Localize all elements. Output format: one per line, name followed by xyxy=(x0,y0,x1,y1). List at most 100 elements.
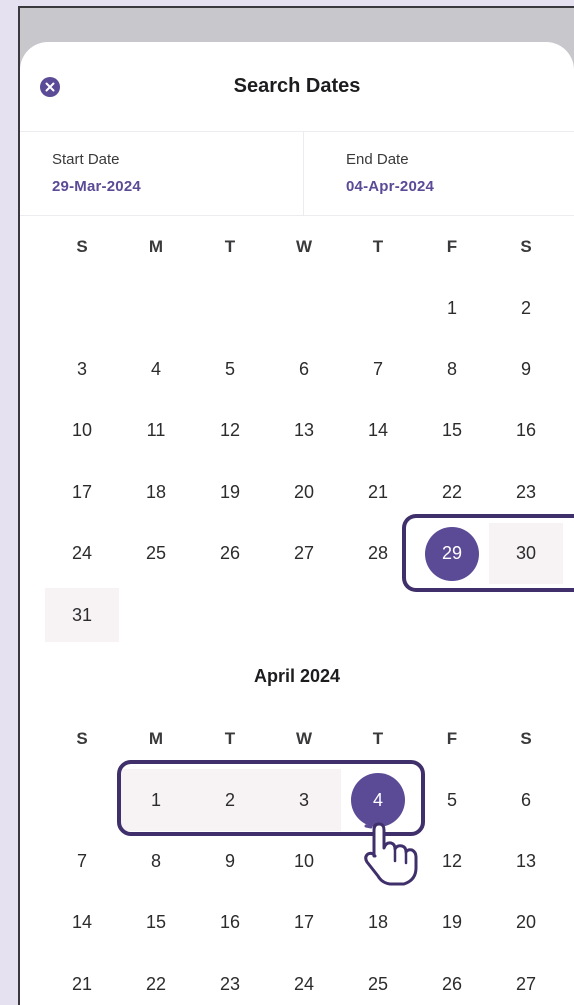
calendar-day[interactable]: 8 xyxy=(119,831,193,892)
calendar-day[interactable]: 21 xyxy=(341,462,415,523)
calendar-day[interactable]: 16 xyxy=(489,400,563,461)
calendar-day[interactable]: 13 xyxy=(267,400,341,461)
weekday-label: T xyxy=(224,236,236,256)
weekday-header-row: S M T W T F S xyxy=(20,216,574,277)
calendar-day[interactable]: 22 xyxy=(119,954,193,1005)
calendar-day-in-range[interactable]: 3 xyxy=(267,769,341,831)
weekday-label: T xyxy=(372,236,384,256)
start-date-label: Start Date xyxy=(52,151,120,168)
weekday-label: F xyxy=(446,236,458,256)
calendar-day[interactable]: 26 xyxy=(415,954,489,1005)
selected-start-day-label: 29 xyxy=(441,543,463,564)
search-dates-sheet: Search Dates Start Date 29-Mar-2024 End … xyxy=(20,42,574,1005)
calendar-day[interactable]: 7 xyxy=(45,831,119,892)
calendar-day[interactable]: 6 xyxy=(489,769,563,830)
start-date-field[interactable]: Start Date 29-Mar-2024 xyxy=(20,132,304,215)
month-title-april: April 2024 xyxy=(253,666,341,686)
calendar-day[interactable]: 10 xyxy=(45,400,119,461)
calendar-day-empty xyxy=(341,277,415,338)
start-date-value: 29-Mar-2024 xyxy=(52,178,141,195)
calendar-week-row: 3 4 5 6 7 8 9 xyxy=(20,339,574,400)
calendar-week-row: 7 8 9 10 11 12 13 xyxy=(20,831,574,892)
calendar-week-row: 17 18 19 20 21 22 23 xyxy=(20,462,574,523)
sheet-header: Search Dates xyxy=(20,42,574,132)
weekday-label: T xyxy=(372,728,384,748)
calendar-day[interactable]: 21 xyxy=(45,954,119,1005)
calendar-day[interactable]: 2 xyxy=(489,277,563,338)
calendar-week-row: 14 15 16 17 18 19 20 xyxy=(20,892,574,953)
calendar-day[interactable]: 17 xyxy=(267,892,341,953)
weekday-label: S xyxy=(76,728,88,748)
calendar-day[interactable]: 10 xyxy=(267,831,341,892)
calendar-day[interactable]: 5 xyxy=(193,339,267,400)
calendar-day[interactable]: 7 xyxy=(341,339,415,400)
calendar-day[interactable]: 25 xyxy=(119,523,193,584)
calendar-week-row: 24 25 26 27 28 29 30 xyxy=(20,522,574,585)
weekday-label: F xyxy=(446,728,458,748)
calendar-day-empty xyxy=(119,277,193,338)
calendar-week-row: 1 2 xyxy=(20,277,574,338)
calendar-day[interactable]: 19 xyxy=(415,892,489,953)
calendar-day-in-range[interactable]: 30 xyxy=(489,522,563,585)
calendar-day[interactable]: 15 xyxy=(119,892,193,953)
calendar-day[interactable]: 20 xyxy=(489,892,563,953)
calendar-day[interactable]: 14 xyxy=(341,400,415,461)
calendar-day[interactable]: 27 xyxy=(267,523,341,584)
calendar-day[interactable]: 23 xyxy=(193,954,267,1005)
calendar-day[interactable]: 24 xyxy=(45,523,119,584)
calendar-day[interactable]: 27 xyxy=(489,954,563,1005)
calendar-day-in-range[interactable]: 31 xyxy=(45,588,119,643)
calendar-day[interactable]: 25 xyxy=(341,954,415,1005)
calendar-day[interactable]: 9 xyxy=(489,339,563,400)
calendar-day[interactable]: 8 xyxy=(415,339,489,400)
selected-start-day[interactable]: 29 xyxy=(415,523,489,584)
weekday-label: W xyxy=(295,728,313,748)
end-date-label: End Date xyxy=(346,151,409,168)
calendar-day[interactable]: 13 xyxy=(489,831,563,892)
calendar-day[interactable]: 26 xyxy=(193,523,267,584)
weekday-label: S xyxy=(520,236,532,256)
date-range-summary: Start Date 29-Mar-2024 End Date 04-Apr-2… xyxy=(20,132,574,216)
calendar-day-empty xyxy=(267,277,341,338)
calendar-day[interactable]: 19 xyxy=(193,462,267,523)
calendar-day[interactable]: 28 xyxy=(341,523,415,584)
calendar-day[interactable]: 11 xyxy=(119,400,193,461)
calendar-day-in-range[interactable]: 1 xyxy=(119,769,193,831)
calendar-day-empty xyxy=(45,277,119,338)
calendar-day[interactable]: 6 xyxy=(267,339,341,400)
calendar-day[interactable]: 18 xyxy=(119,462,193,523)
calendar-day[interactable]: 17 xyxy=(45,462,119,523)
calendar-day-in-range[interactable]: 2 xyxy=(193,769,267,831)
march-calendar: S M T W T F S 1 2 3 4 5 6 7 8 9 10 11 12… xyxy=(20,216,574,646)
calendar-day[interactable]: 12 xyxy=(193,400,267,461)
calendar-day[interactable]: 4 xyxy=(119,339,193,400)
weekday-label: S xyxy=(76,236,88,256)
calendar-day[interactable]: 24 xyxy=(267,954,341,1005)
calendar-day[interactable]: 23 xyxy=(489,462,563,523)
calendar-day[interactable]: 18 xyxy=(341,892,415,953)
weekday-label: T xyxy=(224,728,236,748)
weekday-label: M xyxy=(148,236,164,256)
calendar-day-empty xyxy=(193,277,267,338)
calendar-day[interactable]: 22 xyxy=(415,462,489,523)
end-date-field[interactable]: End Date 04-Apr-2024 xyxy=(304,132,574,215)
calendar-day[interactable]: 20 xyxy=(267,462,341,523)
weekday-label: W xyxy=(295,236,313,256)
calendar-week-row: 21 22 23 24 25 26 27 xyxy=(20,954,574,1005)
sheet-title: Search Dates xyxy=(233,75,361,97)
calendar-week-row: 10 11 12 13 14 15 16 xyxy=(20,400,574,461)
calendar-day[interactable]: 3 xyxy=(45,339,119,400)
calendar-day-empty xyxy=(45,769,119,830)
calendar-week-row: 31 xyxy=(20,584,574,645)
calendar-day[interactable]: 15 xyxy=(415,400,489,461)
weekday-label: M xyxy=(148,728,164,748)
calendar-week-row: 1 2 3 4 5 6 xyxy=(20,769,574,831)
calendar-day[interactable]: 16 xyxy=(193,892,267,953)
tap-hand-icon xyxy=(364,810,418,886)
calendar-day[interactable]: 1 xyxy=(415,277,489,338)
calendar-day[interactable]: 9 xyxy=(193,831,267,892)
april-calendar: S M T W T F S 1 2 3 4 5 6 7 8 9 10 11 12 xyxy=(20,708,574,1005)
calendar-day[interactable]: 14 xyxy=(45,892,119,953)
end-date-value: 04-Apr-2024 xyxy=(346,178,435,195)
weekday-header-row: S M T W T F S xyxy=(20,708,574,769)
